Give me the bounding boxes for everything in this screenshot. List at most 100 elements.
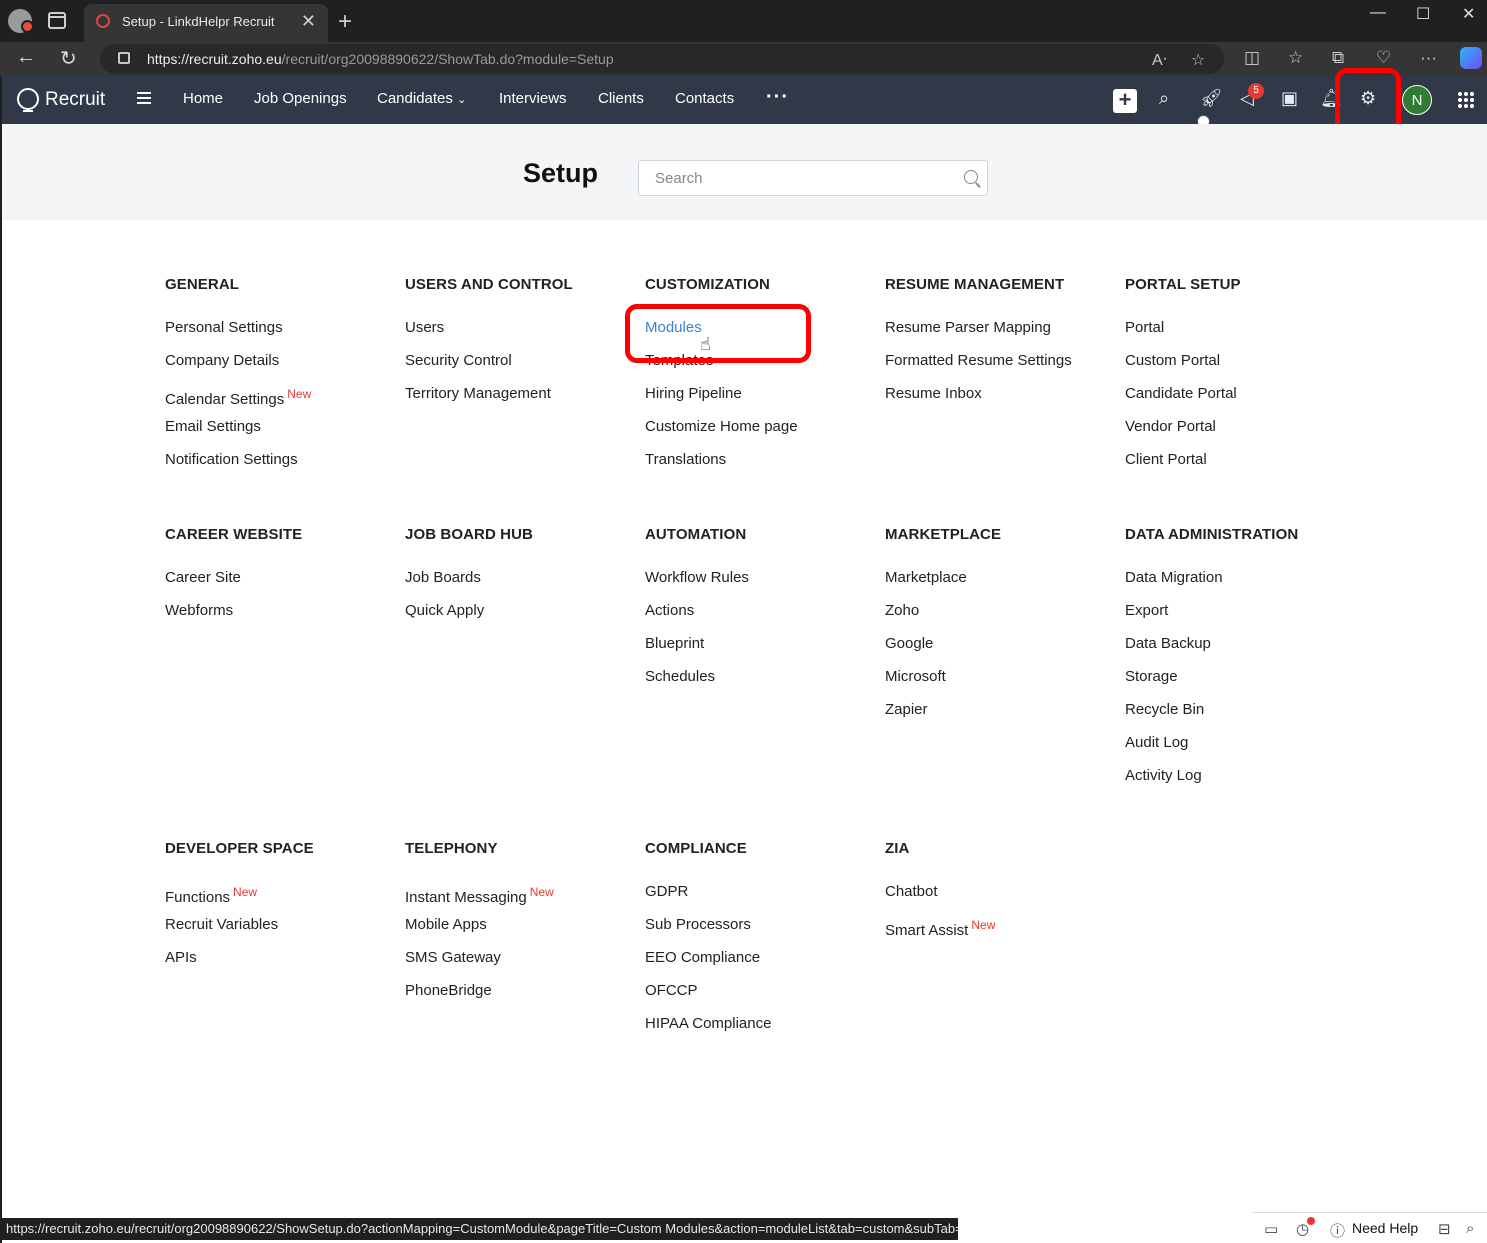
setup-link-job-boards[interactable]: Job Boards [405,568,635,601]
more-tabs-icon[interactable]: ··· [766,86,789,109]
setup-link-workflow-rules[interactable]: Workflow Rules [645,568,875,601]
setup-link-resume-parser-mapping[interactable]: Resume Parser Mapping [885,318,1115,351]
setup-link-career-site[interactable]: Career Site [165,568,395,601]
setup-link-marketplace[interactable]: Marketplace [885,568,1115,601]
new-tab-icon[interactable]: + [338,8,352,36]
copilot-icon[interactable] [1460,47,1482,69]
avatar[interactable]: N [1402,85,1432,115]
setup-link-gdpr[interactable]: GDPR [645,882,875,915]
setup-link-functions[interactable]: Functions New [165,882,395,915]
setup-link-formatted-resume-settings[interactable]: Formatted Resume Settings [885,351,1115,384]
setup-link-apis[interactable]: APIs [165,948,395,981]
setup-link-instant-messaging[interactable]: Instant Messaging New [405,882,635,915]
help-icon[interactable]: ⓘ [1330,1220,1345,1241]
setup-link-webforms[interactable]: Webforms [165,601,395,634]
setup-link-blueprint[interactable]: Blueprint [645,634,875,667]
browser-menu-icon[interactable]: ··· [1420,48,1437,68]
setup-link-sms-gateway[interactable]: SMS Gateway [405,948,635,981]
read-aloud-icon[interactable]: Aᐧ [1152,50,1167,70]
nav-home[interactable]: Home [183,90,223,107]
need-help-button[interactable]: Need Help [1352,1220,1418,1236]
setup-link-vendor-portal[interactable]: Vendor Portal [1125,417,1355,450]
url-text[interactable]: https://recruit.zoho.eu/recruit/org20098… [147,51,614,67]
cart-icon[interactable]: ⊟ [1438,1220,1451,1238]
tab-actions-icon[interactable] [48,12,66,29]
nav-clients[interactable]: Clients [598,90,644,107]
url-bar[interactable]: https://recruit.zoho.eu/recruit/org20098… [100,44,1224,74]
setup-link-chatbot[interactable]: Chatbot [885,882,1115,915]
setup-link-ofccp[interactable]: OFCCP [645,981,875,1014]
setup-link-notification-settings[interactable]: Notification Settings [165,450,395,483]
favorites-icon[interactable]: ☆ [1288,48,1303,68]
nav-interviews[interactable]: Interviews [499,90,567,107]
setup-link-security-control[interactable]: Security Control [405,351,635,384]
setup-link-export[interactable]: Export [1125,601,1355,634]
refresh-icon[interactable]: ↻ [60,46,77,71]
nav-job-openings[interactable]: Job Openings [254,90,347,107]
setup-link-calendar-settings[interactable]: Calendar Settings New [165,384,395,417]
setup-link-client-portal[interactable]: Client Portal [1125,450,1355,483]
setup-link-zapier[interactable]: Zapier [885,700,1115,733]
lock-icon[interactable] [118,52,130,64]
setup-link-customize-home-page[interactable]: Customize Home page [645,417,875,450]
setup-link-smart-assist[interactable]: Smart Assist New [885,915,1115,948]
nav-candidates[interactable]: Candidates ⌄ [377,90,466,107]
new-badge: New [971,918,996,932]
nav-contacts[interactable]: Contacts [675,90,734,107]
setup-link-audit-log[interactable]: Audit Log [1125,733,1355,766]
health-icon[interactable]: ♡ [1376,48,1391,68]
split-screen-icon[interactable]: ◫ [1244,48,1260,68]
window-close-icon[interactable]: ✕ [1462,4,1475,24]
setup-link-users[interactable]: Users [405,318,635,351]
app-logo-text[interactable]: Recruit [45,89,105,111]
setup-link-mobile-apps[interactable]: Mobile Apps [405,915,635,948]
recruit-logo-icon[interactable] [17,88,39,112]
setup-link-data-migration[interactable]: Data Migration [1125,568,1355,601]
setup-link-translations[interactable]: Translations [645,450,875,483]
setup-link-data-backup[interactable]: Data Backup [1125,634,1355,667]
setup-link-company-details[interactable]: Company Details [165,351,395,384]
setup-link-personal-settings[interactable]: Personal Settings [165,318,395,351]
setup-link-resume-inbox[interactable]: Resume Inbox [885,384,1115,417]
calendar-icon[interactable]: ▣ [1281,88,1298,109]
setup-link-storage[interactable]: Storage [1125,667,1355,700]
setup-link-email-settings[interactable]: Email Settings [165,417,395,450]
setup-link-microsoft[interactable]: Microsoft [885,667,1115,700]
collections-icon[interactable]: ⧉ [1332,48,1344,68]
setup-link-quick-apply[interactable]: Quick Apply [405,601,635,634]
apps-grid-icon[interactable] [1457,91,1475,109]
setup-link-hipaa-compliance[interactable]: HIPAA Compliance [645,1014,875,1047]
screen-icon[interactable]: ▭ [1264,1220,1278,1238]
setup-link-custom-portal[interactable]: Custom Portal [1125,351,1355,384]
profile-icon[interactable] [8,9,34,33]
setup-link-territory-management[interactable]: Territory Management [405,384,635,417]
rocket-icon[interactable]: 🚀︎ [1200,88,1223,109]
setup-link-schedules[interactable]: Schedules [645,667,875,700]
setup-link-phonebridge[interactable]: PhoneBridge [405,981,635,1014]
setup-link-sub-processors[interactable]: Sub Processors [645,915,875,948]
setup-link-zoho[interactable]: Zoho [885,601,1115,634]
search-icon[interactable]: ⌕ [1159,88,1169,109]
back-icon[interactable]: ← [16,46,36,69]
setup-link-google[interactable]: Google [885,634,1115,667]
search-icon[interactable]: ⌕ [1466,1220,1474,1237]
setup-link-recycle-bin[interactable]: Recycle Bin [1125,700,1355,733]
setup-link-actions[interactable]: Actions [645,601,875,634]
setup-link-activity-log[interactable]: Activity Log [1125,766,1355,799]
setup-link-portal[interactable]: Portal [1125,318,1355,351]
hamburger-menu-icon[interactable] [137,92,151,104]
section-title: MARKETPLACE [885,526,1002,543]
section-users-and-control: USERS AND CONTROL Users Security Control… [405,276,635,417]
search-icon[interactable] [964,170,978,184]
setup-link-recruit-variables[interactable]: Recruit Variables [165,915,395,948]
quick-create-plus-icon[interactable]: + [1113,89,1137,113]
setup-link-candidate-portal[interactable]: Candidate Portal [1125,384,1355,417]
setup-link-eeo-compliance[interactable]: EEO Compliance [645,948,875,981]
setup-link-hiring-pipeline[interactable]: Hiring Pipeline [645,384,875,417]
browser-tab-active[interactable]: Setup - LinkdHelpr Recruit ✕ [84,4,328,42]
maximize-icon[interactable]: ☐ [1416,4,1430,24]
setup-search-input[interactable] [638,160,988,196]
favorite-star-icon[interactable]: ☆ [1191,50,1205,70]
minimize-icon[interactable]: — [1370,4,1386,22]
tab-close-icon[interactable]: ✕ [301,11,316,32]
